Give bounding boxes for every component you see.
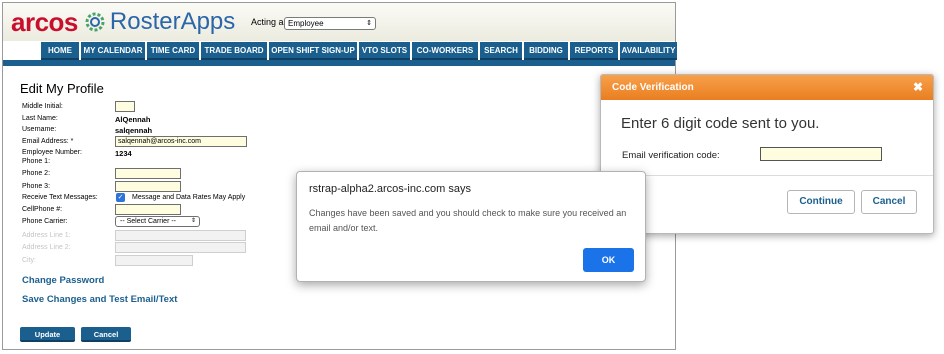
middle-initial-label: Middle Initial: [22, 103, 63, 110]
phone-carrier-label: Phone Carrier: [22, 218, 68, 225]
cellphone-label: CellPhone #: [22, 206, 63, 213]
browser-alert: rstrap-alpha2.arcos-inc.com says Changes… [296, 171, 646, 282]
email-field[interactable]: salqennah@arcos-inc.com [115, 136, 247, 147]
receive-text-note: Message and Data Rates May Apply [132, 194, 246, 201]
select-arrows-icon: ⇕ [190, 218, 196, 224]
logo: arcos RosterApps [11, 6, 235, 38]
dialog-title: Code Verification [612, 82, 694, 93]
alert-ok-button[interactable]: OK [583, 248, 634, 272]
page-title: Edit My Profile [20, 81, 104, 96]
alert-title: rstrap-alpha2.arcos-inc.com says [309, 183, 472, 195]
username-value: salqennah [115, 126, 153, 135]
close-icon[interactable]: ✖ [913, 75, 923, 100]
nav-availability[interactable]: AVAILABILITY [620, 42, 677, 60]
phone2-label: Phone 2: [22, 170, 51, 177]
nav-co-workers[interactable]: CO-WORKERS [412, 42, 478, 60]
verification-code-input[interactable] [760, 147, 882, 161]
gear-logo-icon [85, 12, 105, 32]
nav-vto-slots[interactable]: VTO SLOTS [359, 42, 410, 60]
last-name-label: Last Name: [22, 115, 58, 122]
nav-reports[interactable]: REPORTS [570, 42, 618, 60]
phone1-label: Phone 1: [22, 158, 51, 165]
cancel-button[interactable]: Cancel [81, 327, 131, 342]
nav-time-card[interactable]: TIME CARD [147, 42, 199, 60]
receive-text-label: Receive Text Messages: [22, 194, 98, 201]
receive-text-checkbox[interactable]: ✓ [116, 193, 125, 202]
select-arrows-icon: ⇕ [366, 20, 372, 27]
phone-carrier-select[interactable]: -- Select Carrier -- ⇕ [115, 216, 200, 227]
nav-underline [3, 60, 675, 66]
nav-my-calendar[interactable]: MY CALENDAR [81, 42, 145, 60]
change-password-link[interactable]: Change Password [22, 275, 104, 286]
dialog-cancel-button[interactable]: Cancel [861, 190, 917, 214]
nav-trade-board[interactable]: TRADE BOARD [201, 42, 267, 60]
middle-initial-field[interactable] [115, 101, 135, 112]
nav-search[interactable]: SEARCH [480, 42, 522, 60]
employee-number-value: 1234 [115, 149, 132, 158]
phone-carrier-value: -- Select Carrier -- [120, 218, 177, 225]
phone3-field[interactable] [115, 181, 181, 192]
dialog-message: Enter 6 digit code sent to you. [621, 115, 820, 132]
brand-rosterapps: RosterApps [109, 8, 236, 35]
acting-as-select[interactable]: Employee ⇕ [284, 17, 376, 30]
city-label: City: [22, 257, 36, 264]
username-label: Username: [22, 126, 57, 133]
brand-arcos: arcos [11, 6, 78, 37]
dialog-header: Code Verification ✖ [601, 75, 933, 100]
save-test-link[interactable]: Save Changes and Test Email/Text [22, 294, 177, 305]
verification-code-label: Email verification code: [622, 150, 720, 161]
continue-button[interactable]: Continue [787, 190, 855, 214]
nav-bidding[interactable]: BIDDING [524, 42, 568, 60]
last-name-value: AlQennah [115, 115, 151, 124]
nav-home[interactable]: HOME [41, 42, 79, 60]
update-button[interactable]: Update [20, 327, 75, 342]
address1-label: Address Line 1: [22, 232, 71, 239]
phone2-field[interactable] [115, 168, 181, 179]
code-verification-dialog: Code Verification ✖ Enter 6 digit code s… [600, 74, 934, 234]
main-nav: HOME MY CALENDAR TIME CARD TRADE BOARD O… [41, 42, 677, 60]
address2-label: Address Line 2: [22, 244, 71, 251]
header: arcos RosterApps Acting as Employee ⇕ [3, 3, 675, 41]
acting-as-label: Acting as [251, 17, 289, 27]
email-label: Email Address: * [22, 138, 74, 145]
employee-number-label: Employee Number: [22, 149, 82, 156]
phone3-label: Phone 3: [22, 183, 51, 190]
acting-as-value: Employee [288, 19, 324, 28]
dialog-divider [601, 175, 933, 176]
city-field [115, 255, 193, 266]
nav-open-shift-sign-up[interactable]: OPEN SHIFT SIGN-UP [269, 42, 357, 60]
address1-field [115, 230, 246, 241]
cellphone-field[interactable] [115, 204, 181, 215]
alert-message: Changes have been saved and you should c… [309, 208, 627, 233]
address2-field [115, 242, 246, 253]
